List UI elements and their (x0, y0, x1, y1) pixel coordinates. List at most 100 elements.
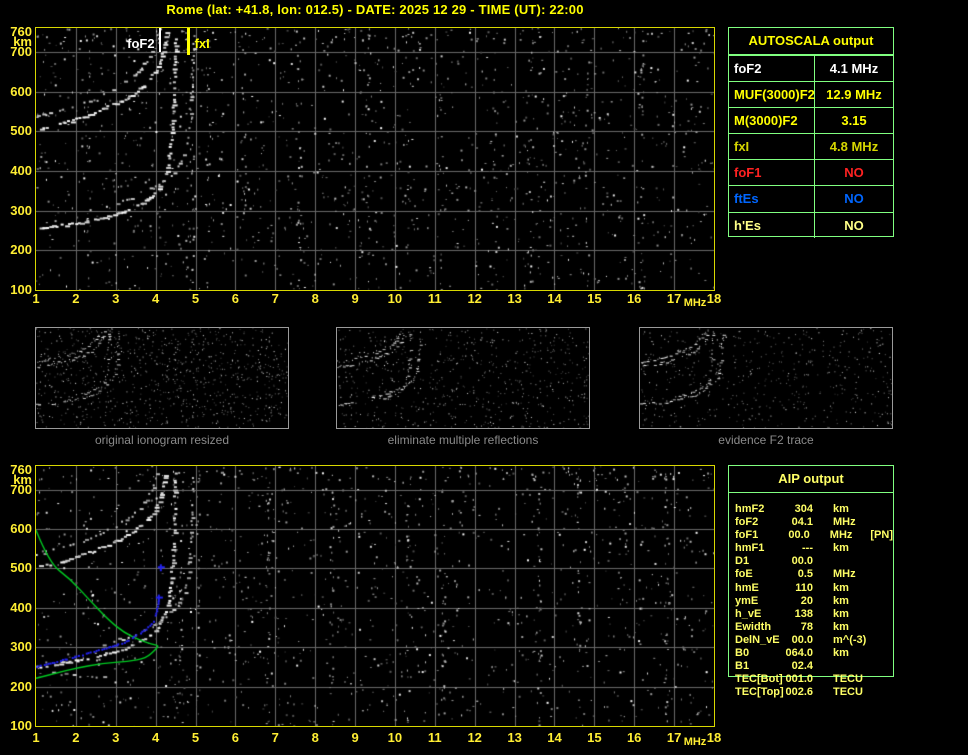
aip-table-row: B0 064.0 km (729, 647, 893, 660)
x-axis-tick-label: 8 (311, 730, 319, 745)
aip-param-cell: B1 (735, 660, 750, 673)
autoscala-table-row: M(3000)F2 3.15 (729, 107, 893, 134)
autoscala-table-row: fxI 4.8 MHz (729, 133, 893, 160)
thumbnail-caption-original: original ionogram resized (94, 433, 230, 447)
y-axis-tick-label: 200 (10, 242, 32, 258)
aip-value-cell: --- (802, 542, 813, 555)
autoscala-param-cell: fxI (729, 134, 815, 160)
autoscala-value-cell: 4.8 MHz (829, 139, 879, 155)
thumbnail-original-canvas (36, 328, 288, 428)
profile-ionogram-plot (35, 465, 715, 727)
aip-unit-cell: km (833, 620, 849, 633)
x-axis-tick-label: 2 (72, 291, 80, 306)
autoscala-value-cell: 4.1 MHz (829, 61, 879, 76)
x-axis-tick-label: 6 (231, 291, 239, 306)
y-axis-tick-label: 300 (10, 202, 32, 218)
aip-unit-cell: m^(-3) (833, 633, 867, 646)
scaled-ionogram-canvas (36, 28, 714, 290)
y-axis-unit-label: km (13, 472, 32, 487)
aip-note-cell: [PN] (870, 529, 893, 542)
aip-value-cell: 00.0 (791, 555, 813, 568)
aip-table-header: AIP output (729, 466, 893, 493)
aip-value-cell: 04.1 (791, 516, 813, 529)
aip-table-rows: hmF2 304 km foF2 04.1 MHz foF1 00.0 MHz [PN] hmF1 -… (729, 503, 893, 699)
x-axis-tick-label: 5 (191, 730, 200, 745)
aip-value-cell: 00.0 (788, 529, 810, 542)
aip-table-row: h_vE 138 km (729, 608, 893, 621)
y-axis-tick-label: 500 (10, 123, 32, 139)
aip-param-cell: h_vE (735, 607, 762, 620)
x-axis-tick-label: 12 (467, 730, 482, 745)
thumbnail-evidence-f2 (639, 327, 893, 429)
aip-table-row: foE 0.5 MHz (729, 568, 893, 581)
fof2-marker-label: foF2 (127, 36, 155, 51)
autoscala-param-cell: M(3000)F2 (729, 108, 815, 134)
y-axis-tick-label: 600 (10, 521, 32, 536)
x-axis-tick-label: 8 (311, 291, 319, 306)
autoscala-table-row: foF2 4.1 MHz (729, 55, 893, 82)
aip-value-cell: 00.0 (791, 633, 813, 646)
y-axis-tick-label: 200 (10, 678, 32, 694)
x-axis-tick-label: 13 (507, 291, 522, 306)
y-axis-tick-label: 600 (10, 83, 32, 99)
aip-table-row: hmE 110 km (729, 582, 893, 595)
aip-param-cell: ymE (735, 594, 759, 607)
autoscala-table-row: h'Es NO (729, 211, 893, 238)
autoscala-table-row: ftEs NO (729, 185, 893, 212)
x-axis-tick-label: 16 (626, 730, 642, 745)
autoscala-value-cell: 12.9 MHz (826, 87, 882, 103)
x-axis-tick-label: 2 (72, 730, 80, 745)
aip-value-cell: 138 (794, 607, 813, 620)
aip-table-row: DelN_vE 00.0 m^(-3) (729, 634, 893, 647)
x-axis-tick-label: 4 (151, 291, 160, 306)
x-axis-tick-label: 15 (587, 291, 602, 306)
x-axis-unit-label: MHz (683, 736, 707, 748)
autoscala-param-cell: foF2 (729, 56, 815, 82)
y-axis-tick-label: 300 (10, 639, 32, 655)
x-axis-tick-label: 7 (271, 291, 279, 306)
autoscala-output-table: AUTOSCALA output foF2 4.1 MHz MUF(3000)F2 1… (728, 27, 894, 238)
y-axis-unit-label: km (13, 34, 32, 49)
aip-param-cell: hmE (735, 581, 759, 594)
aip-unit-cell: km (833, 542, 849, 555)
x-axis-tick-label: 6 (231, 730, 239, 745)
thumbnail-eliminate-canvas (337, 328, 589, 428)
x-axis-tick-label: 14 (547, 730, 562, 745)
autoscala-table-header: AUTOSCALA output (729, 28, 893, 55)
scaled-ionogram-plot: foF2 fxI (35, 27, 715, 291)
aip-value-cell: 001.0 (785, 673, 813, 686)
autoscala-value-cell: NO (844, 217, 864, 233)
page-title: Rome (lat: +41.8, lon: 012.5) - DATE: 20… (166, 2, 584, 17)
aip-param-cell: foF2 (735, 516, 759, 529)
aip-unit-cell: km (833, 503, 849, 515)
aip-table-row: TEC[Top] 002.6 TECU (729, 686, 893, 699)
aip-table-row: B1 02.4 (729, 660, 893, 673)
x-axis-tick-label: 10 (387, 291, 403, 306)
aip-unit-cell: MHz (833, 568, 856, 581)
aip-table-row: Ewidth 78 km (729, 621, 893, 634)
aip-value-cell: 0.5 (797, 568, 813, 581)
x-axis-tick-label: 12 (467, 291, 482, 306)
aip-unit-cell: TECU (833, 673, 863, 686)
autoscala-param-cell: ftEs (729, 186, 815, 212)
aip-unit-cell: km (833, 581, 849, 594)
x-axis-tick-label: 14 (547, 291, 562, 306)
aip-table-row: D1 00.0 (729, 555, 893, 568)
aip-table-row: hmF1 --- km (729, 542, 893, 555)
aip-table-row: foF2 04.1 MHz (729, 516, 893, 529)
x-axis-tick-label: 3 (112, 730, 120, 745)
aip-unit-cell (833, 555, 867, 568)
x-axis-tick-label: 10 (387, 730, 403, 745)
x-axis-tick-label: 9 (351, 730, 359, 745)
autoscala-param-cell: foF1 (729, 160, 815, 186)
aip-value-cell: 110 (795, 581, 813, 594)
x-axis-unit-label: MHz (683, 297, 707, 309)
aip-unit-cell (833, 660, 867, 673)
thumbnail-eliminate-reflections (336, 327, 590, 429)
aip-param-cell: Ewidth (735, 620, 772, 633)
aip-value-cell: 064.0 (785, 647, 813, 660)
aip-table-row: TEC[Bot] 001.0 TECU (729, 673, 893, 686)
aip-param-cell: foE (735, 568, 753, 581)
autoscala-window: Rome (lat: +41.8, lon: 012.5) - DATE: 20… (0, 0, 968, 755)
x-axis-tick-label: 1 (32, 730, 40, 745)
